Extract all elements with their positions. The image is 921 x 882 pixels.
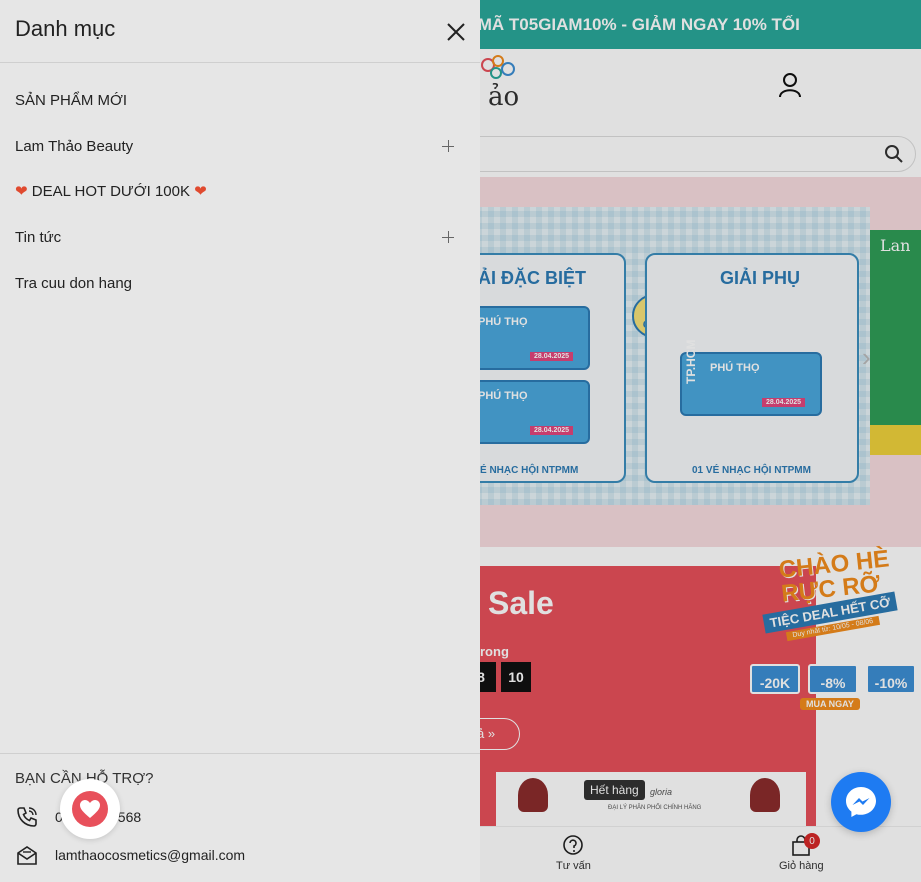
drawer-divider	[0, 62, 480, 63]
close-icon[interactable]	[444, 20, 468, 44]
heart-icon: ❤	[15, 183, 28, 200]
menu-item-deal-hot[interactable]: ❤ DEAL HOT DƯỚI 100K ❤	[15, 182, 207, 200]
drawer-title: Danh mục	[15, 16, 116, 41]
drawer-divider	[0, 753, 480, 754]
menu-item-lam-thao-beauty[interactable]: Lam Thảo Beauty	[15, 138, 133, 155]
support-email[interactable]: lamthaocosmetics@gmail.com	[15, 843, 245, 867]
messenger-button[interactable]	[831, 772, 891, 832]
messenger-icon	[846, 787, 876, 817]
menu-item-deal-hot-label: DEAL HOT DƯỚI 100K	[31, 183, 190, 200]
phone-number-end: 568	[117, 809, 142, 825]
menu-item-new-products[interactable]: SẢN PHẨM MỚI	[15, 92, 127, 109]
menu-item-order-lookup[interactable]: Tra cuu don hang	[15, 275, 132, 292]
favorites-button-inner	[72, 791, 108, 827]
heart-icon: ❤	[194, 183, 207, 200]
email-address: lamthaocosmetics@gmail.com	[55, 847, 246, 863]
expand-plus-icon[interactable]	[442, 140, 456, 154]
favorites-button[interactable]	[60, 779, 120, 839]
phone-icon	[17, 807, 37, 827]
mail-icon	[17, 846, 37, 865]
menu-item-news[interactable]: Tin tức	[15, 229, 61, 246]
heart-icon	[80, 800, 100, 818]
expand-plus-icon[interactable]	[442, 231, 456, 245]
category-drawer: Danh mục SẢN PHẨM MỚI Lam Thảo Beauty ❤ …	[0, 0, 480, 882]
